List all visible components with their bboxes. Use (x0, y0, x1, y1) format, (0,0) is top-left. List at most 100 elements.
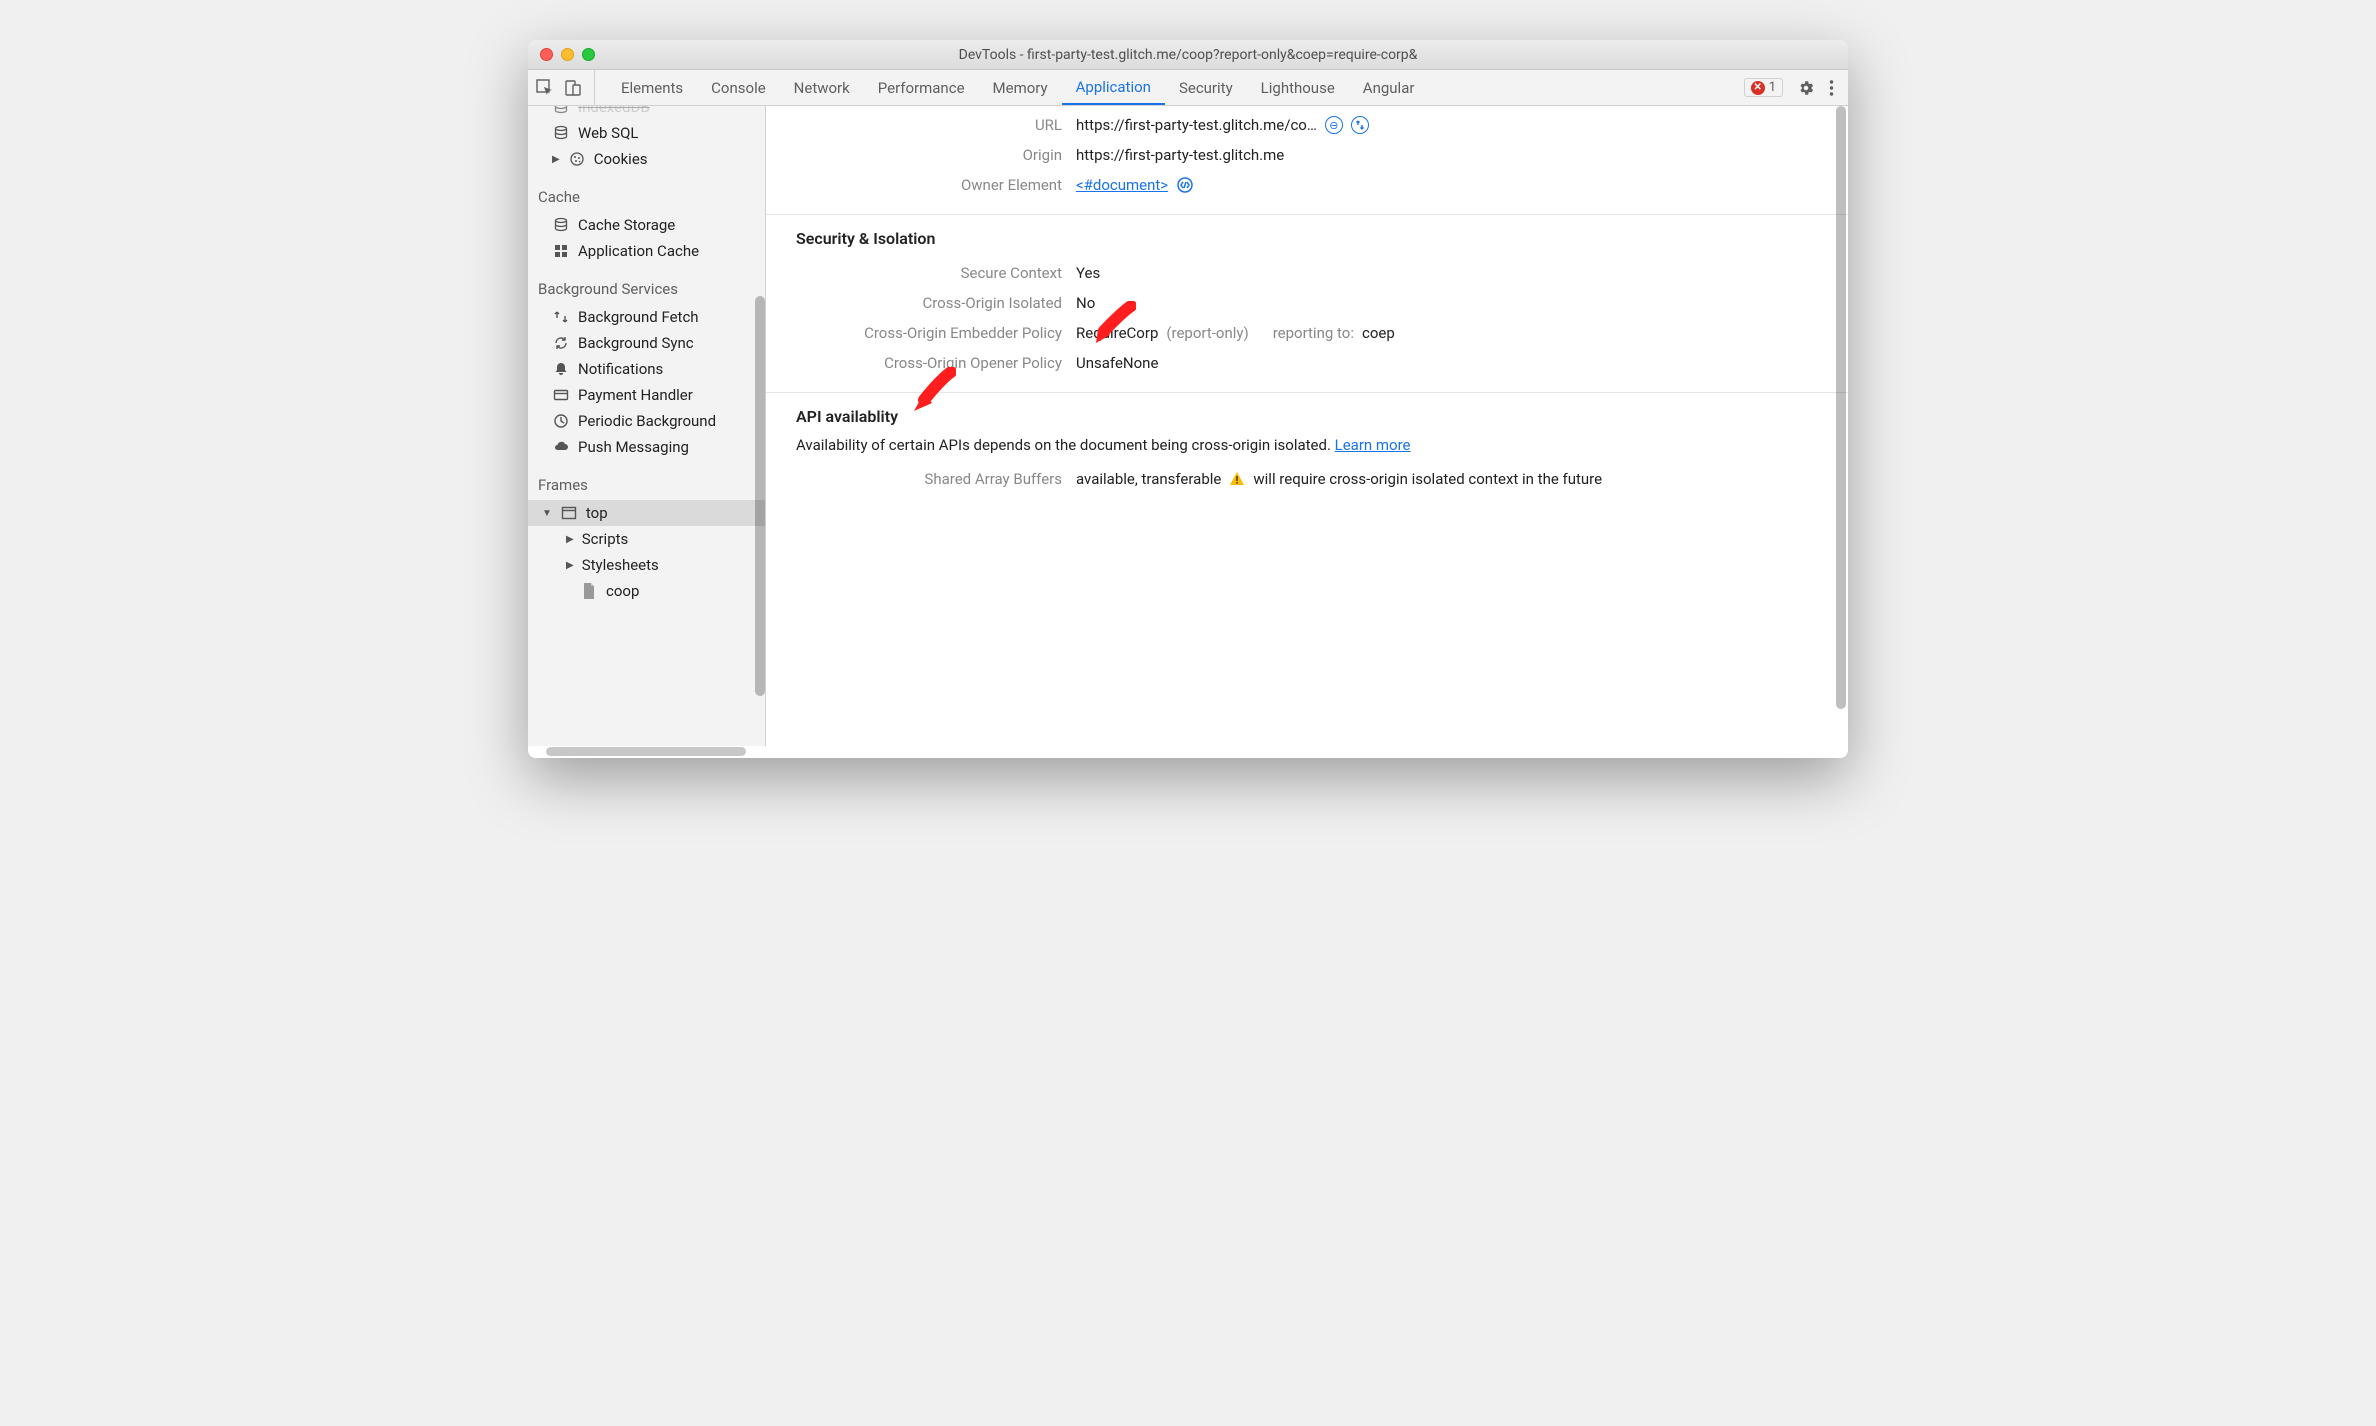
tab-angular[interactable]: Angular (1349, 70, 1429, 105)
url-value: https://first-party-test.glitch.me/co… (1076, 116, 1317, 134)
sidebar-label: Periodic Background (578, 412, 716, 430)
database-icon (552, 217, 570, 233)
owner-element-link[interactable]: <#document> (1076, 176, 1168, 194)
expand-icon: ▶ (566, 534, 574, 545)
inspect-element-icon[interactable] (536, 79, 554, 97)
error-count-badge[interactable]: ✕ 1 (1744, 78, 1783, 97)
url-label: URL (796, 116, 1076, 134)
traffic-lights (540, 48, 595, 61)
clock-icon (552, 413, 570, 429)
sidebar-label: Stylesheets (582, 556, 659, 574)
cloud-icon (552, 439, 570, 455)
tab-performance[interactable]: Performance (864, 70, 979, 105)
api-section-title: API availablity (796, 407, 1818, 426)
sab-value: available, transferable (1076, 470, 1221, 488)
toggle-device-icon[interactable] (564, 79, 582, 97)
security-section-title: Security & Isolation (796, 229, 1818, 248)
reveal-in-network-icon[interactable] (1351, 116, 1369, 134)
tab-console[interactable]: Console (697, 70, 780, 105)
reveal-in-sources-icon[interactable]: ⊖ (1325, 116, 1343, 134)
sync-icon (552, 335, 570, 351)
sab-warning-text: will require cross-origin isolated conte… (1253, 470, 1602, 488)
sidebar-label: Background Sync (578, 334, 694, 352)
sidebar-item-push[interactable]: Push Messaging (528, 434, 765, 460)
sidebar-item-app-cache[interactable]: Application Cache (528, 238, 765, 264)
sidebar-scrollbar[interactable] (755, 296, 765, 696)
window-titlebar: DevTools - first-party-test.glitch.me/co… (528, 40, 1848, 70)
sidebar-group-cache: Cache (528, 182, 765, 212)
tab-lighthouse[interactable]: Lighthouse (1247, 70, 1349, 105)
collapse-icon: ▼ (542, 508, 552, 519)
tab-elements[interactable]: Elements (607, 70, 697, 105)
expand-icon: ▶ (566, 560, 574, 571)
sidebar-label: Payment Handler (578, 386, 693, 404)
sidebar-group-bg: Background Services (528, 274, 765, 304)
card-icon (552, 387, 570, 403)
sidebar-item-cache-storage[interactable]: Cache Storage (528, 212, 765, 238)
error-count: 1 (1769, 80, 1776, 95)
tab-application[interactable]: Application (1062, 70, 1165, 105)
sidebar-label: Web SQL (578, 124, 638, 142)
secure-context-value: Yes (1076, 264, 1100, 282)
sidebar-item-payment[interactable]: Payment Handler (528, 382, 765, 408)
main-scrollbar[interactable] (1836, 106, 1846, 709)
api-availability-section: API availablity Availability of certain … (766, 392, 1848, 508)
minimize-window-button[interactable] (561, 48, 574, 61)
sidebar-item-bg-sync[interactable]: Background Sync (528, 330, 765, 356)
sidebar-item-notifications[interactable]: Notifications (528, 356, 765, 382)
cross-origin-isolated-label: Cross-Origin Isolated (796, 294, 1076, 312)
sidebar-item-coop-doc[interactable]: coop (528, 578, 765, 604)
sidebar-item-periodic[interactable]: Periodic Background (528, 408, 765, 434)
bell-icon (552, 361, 570, 377)
error-icon: ✕ (1751, 81, 1765, 95)
tab-memory[interactable]: Memory (979, 70, 1062, 105)
horizontal-scrollbar[interactable] (528, 746, 1848, 758)
tab-network[interactable]: Network (780, 70, 864, 105)
cross-origin-isolated-value: No (1076, 294, 1095, 312)
sidebar-item-cookies[interactable]: ▶ Cookies (528, 146, 765, 172)
settings-gear-icon[interactable] (1797, 79, 1815, 97)
learn-more-link[interactable]: Learn more (1335, 436, 1411, 454)
sidebar-label: IndexedDB (578, 106, 650, 116)
more-menu-icon[interactable] (1829, 79, 1834, 97)
coep-reporting-value: coep (1362, 324, 1395, 342)
coep-mode: (report-only) (1166, 324, 1248, 342)
grid-icon (552, 243, 570, 259)
coep-reporting-label: reporting to: (1273, 324, 1354, 342)
close-window-button[interactable] (540, 48, 553, 61)
coop-value: UnsafeNone (1076, 354, 1158, 372)
sidebar-group-frames: Frames (528, 470, 765, 500)
document-icon (580, 583, 598, 599)
window-title: DevTools - first-party-test.glitch.me/co… (528, 47, 1848, 63)
expand-icon: ▶ (552, 154, 560, 165)
sidebar-label: Cookies (594, 150, 648, 168)
frame-details-pane: URL https://first-party-test.glitch.me/c… (766, 106, 1848, 746)
coop-label: Cross-Origin Opener Policy (796, 354, 1076, 372)
sidebar-item-scripts[interactable]: ▶ Scripts (528, 526, 765, 552)
zoom-window-button[interactable] (582, 48, 595, 61)
sidebar-item-bg-fetch[interactable]: Background Fetch (528, 304, 765, 330)
devtools-window: DevTools - first-party-test.glitch.me/co… (528, 40, 1848, 758)
owner-element-label: Owner Element (796, 176, 1076, 194)
application-sidebar: IndexedDB Web SQL ▶ Cookies Cache Cache … (528, 106, 766, 746)
api-desc-text: Availability of certain APIs depends on … (796, 436, 1335, 454)
database-icon (552, 106, 570, 115)
sidebar-label: Push Messaging (578, 438, 689, 456)
sidebar-label: Cache Storage (578, 216, 675, 234)
fetch-icon (552, 309, 570, 325)
security-isolation-section: Security & Isolation Secure Context Yes … (766, 214, 1848, 392)
sidebar-label: coop (606, 582, 639, 600)
sidebar-item-stylesheets[interactable]: ▶ Stylesheets (528, 552, 765, 578)
sidebar-item-websql[interactable]: Web SQL (528, 120, 765, 146)
reveal-in-elements-icon[interactable] (1176, 176, 1194, 194)
coep-label: Cross-Origin Embedder Policy (796, 324, 1076, 342)
frame-icon (560, 505, 578, 521)
sidebar-label: top (586, 504, 608, 522)
cookie-icon (568, 151, 586, 167)
warning-icon (1229, 471, 1245, 487)
sidebar-item-frame-top[interactable]: ▼ top (528, 500, 765, 526)
tab-security[interactable]: Security (1165, 70, 1247, 105)
sab-label: Shared Array Buffers (796, 470, 1076, 488)
sidebar-item-indexeddb[interactable]: IndexedDB (528, 106, 765, 120)
coep-value: RequireCorp (1076, 324, 1158, 342)
